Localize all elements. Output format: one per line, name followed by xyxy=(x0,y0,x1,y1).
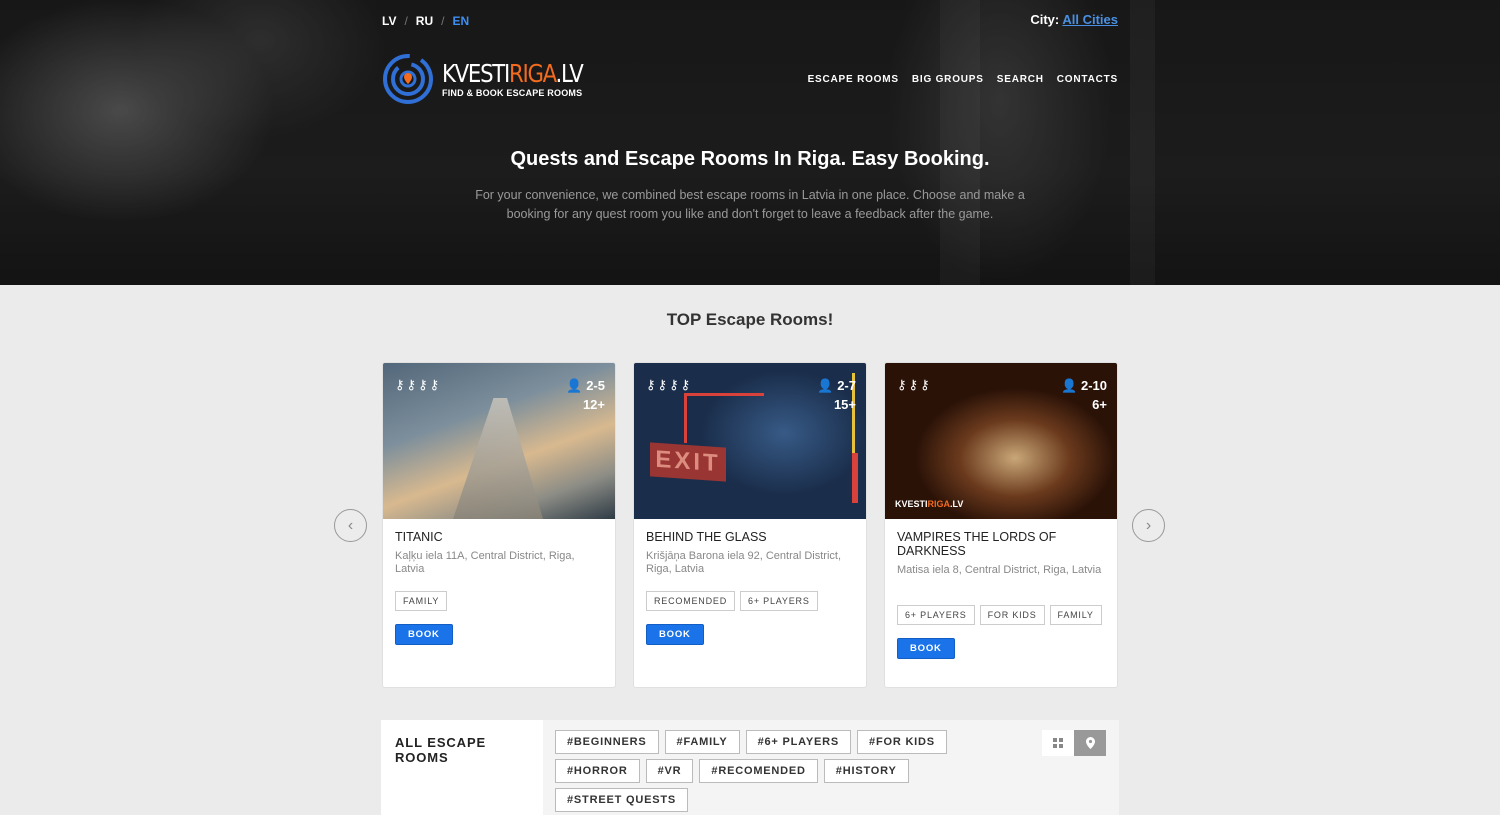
language-switcher: LV / RU / EN xyxy=(382,14,469,28)
key-icon: ⚷ xyxy=(680,377,691,392)
filter-street-quests[interactable]: #STREET QUESTS xyxy=(555,788,688,812)
watermark-logo: KVESTIRIGA.LV xyxy=(895,499,964,509)
ship-illustration xyxy=(453,398,543,519)
key-icon: ⚷ xyxy=(418,377,428,392)
hero-banner xyxy=(0,0,1500,285)
age-limit: 15+ xyxy=(833,397,856,412)
lang-separator: / xyxy=(404,14,408,28)
carousel-next-button[interactable]: › xyxy=(1132,509,1165,542)
main-nav: ESCAPE ROOMS BIG GROUPS SEARCH CONTACTS xyxy=(808,74,1118,85)
key-icon: ⚷ xyxy=(395,377,405,392)
nav-escape-rooms[interactable]: ESCAPE ROOMS xyxy=(808,74,899,85)
players-count: 2-10 xyxy=(1080,378,1107,393)
filter-6-plus-players[interactable]: #6+ PLAYERS xyxy=(745,730,852,754)
tag-for-kids[interactable]: FOR KIDS xyxy=(979,605,1045,625)
room-address: Kaļķu iela 11A, Central District, Riga, … xyxy=(395,550,575,575)
chevron-right-icon: › xyxy=(1145,516,1152,534)
filter-horror[interactable]: #HORROR xyxy=(555,759,640,783)
key-icon: ⚷ xyxy=(406,377,417,392)
person-icon: 👤 xyxy=(566,378,583,393)
hero-title: Quests and Escape Rooms In Riga. Easy Bo… xyxy=(510,148,990,170)
players-info: 👤 2-7 15+ xyxy=(817,376,856,414)
nav-big-groups[interactable]: BIG GROUPS xyxy=(912,74,984,85)
key-icon: ⚷ xyxy=(897,377,907,392)
filter-family[interactable]: #FAMILY xyxy=(664,730,740,754)
grid-view-button[interactable] xyxy=(1042,730,1074,756)
room-image[interactable]: EXIT ⚷ ⚷ ⚷ ⚷ 👤 2-7 15+ xyxy=(634,363,866,519)
logo-target-icon xyxy=(383,54,433,104)
grid-icon xyxy=(1053,738,1063,748)
hero-overlay xyxy=(0,0,1500,285)
book-button[interactable]: BOOK xyxy=(395,624,453,645)
room-title[interactable]: TITANIC xyxy=(395,530,603,544)
filter-for-kids[interactable]: #FOR KIDS xyxy=(857,730,947,754)
view-toggle xyxy=(1042,730,1106,756)
difficulty-keys: ⚷ ⚷ ⚷ ⚷ xyxy=(395,377,439,393)
room-card-behind-the-glass[interactable]: EXIT ⚷ ⚷ ⚷ ⚷ 👤 2-7 15+ BEHIND THE GLASS Kri… xyxy=(633,362,867,688)
key-icon: ⚷ xyxy=(669,377,679,392)
tag-family[interactable]: FAMILY xyxy=(1049,605,1102,625)
key-icon: ⚷ xyxy=(920,377,930,392)
difficulty-keys: ⚷ ⚷ ⚷ xyxy=(897,377,930,393)
players-info: 👤 2-5 12+ xyxy=(566,376,605,414)
age-limit: 12+ xyxy=(582,397,605,412)
players-info: 👤 2-10 6+ xyxy=(1061,376,1107,414)
players-count: 2-5 xyxy=(586,378,605,393)
lang-lv[interactable]: LV xyxy=(382,14,396,28)
tag-family[interactable]: FAMILY xyxy=(395,591,448,611)
logo-title: KVESTIRIGA.LV xyxy=(442,58,584,88)
tag-6-plus-players[interactable]: 6+ PLAYERS xyxy=(740,591,818,611)
filter-vr[interactable]: #VR xyxy=(645,759,694,783)
key-icon: ⚷ xyxy=(657,377,668,392)
map-view-button[interactable] xyxy=(1074,730,1106,756)
site-logo[interactable]: KVESTIRIGA.LV FIND & BOOK ESCAPE ROOMS xyxy=(382,53,607,105)
filter-beginners[interactable]: #BEGINNERS xyxy=(555,730,659,754)
room-tags: 6+ PLAYERS FOR KIDS FAMILY xyxy=(897,605,1105,625)
room-title[interactable]: BEHIND THE GLASS xyxy=(646,530,854,544)
city-link[interactable]: All Cities xyxy=(1062,12,1118,27)
room-tags: FAMILY xyxy=(395,591,603,611)
filter-history[interactable]: #HISTORY xyxy=(823,759,909,783)
person-icon: 👤 xyxy=(817,378,834,393)
room-address: Krišjāņa Barona iela 92, Central Distric… xyxy=(646,550,842,575)
key-icon: ⚷ xyxy=(908,377,919,392)
filter-tags: #BEGINNERS #FAMILY #6+ PLAYERS #FOR KIDS… xyxy=(555,730,955,812)
room-tags: RECOMENDED 6+ PLAYERS xyxy=(646,591,854,611)
chevron-left-icon: ‹ xyxy=(347,516,354,534)
room-image[interactable]: ⚷ ⚷ ⚷ ⚷ 👤 2-5 12+ xyxy=(383,363,615,519)
all-rooms-title: ALL ESCAPE ROOMS xyxy=(381,720,543,815)
person-icon: 👤 xyxy=(1061,378,1078,393)
city-selector: City: All Cities xyxy=(1030,12,1118,27)
players-count: 2-7 xyxy=(837,378,856,393)
tag-6-plus-players[interactable]: 6+ PLAYERS xyxy=(897,605,975,625)
book-button[interactable]: BOOK xyxy=(897,638,955,659)
logo-subtitle: FIND & BOOK ESCAPE ROOMS xyxy=(442,87,583,98)
room-title[interactable]: VAMPIRES THE LORDS OF DARKNESS xyxy=(897,530,1105,558)
room-address: Matisa iela 8, Central District, Riga, L… xyxy=(897,564,1102,576)
difficulty-keys: ⚷ ⚷ ⚷ ⚷ xyxy=(646,377,690,393)
room-card-titanic[interactable]: ⚷ ⚷ ⚷ ⚷ 👤 2-5 12+ TITANIC Kaļķu iela 11A, C… xyxy=(382,362,616,688)
carousel-prev-button[interactable]: ‹ xyxy=(334,509,367,542)
lang-ru[interactable]: RU xyxy=(416,14,433,28)
nav-contacts[interactable]: CONTACTS xyxy=(1057,74,1118,85)
top-rooms-heading: TOP Escape Rooms! xyxy=(666,310,834,329)
hero-description: For your convenience, we combined best e… xyxy=(475,188,1025,221)
key-icon: ⚷ xyxy=(646,377,656,392)
neon-line xyxy=(852,453,858,503)
neon-line xyxy=(684,393,764,396)
room-card-vampires[interactable]: ⚷ ⚷ ⚷ 👤 2-10 6+ KVESTIRIGA.LV VAMPIRES THE… xyxy=(884,362,1118,688)
city-label: City: xyxy=(1030,12,1060,27)
neon-line xyxy=(684,393,687,443)
age-limit: 6+ xyxy=(1092,397,1107,412)
lang-separator: / xyxy=(441,14,445,28)
tag-recomended[interactable]: RECOMENDED xyxy=(646,591,736,611)
filter-recomended[interactable]: #RECOMENDED xyxy=(699,759,818,783)
room-image[interactable]: ⚷ ⚷ ⚷ 👤 2-10 6+ KVESTIRIGA.LV xyxy=(885,363,1117,519)
map-pin-icon xyxy=(1085,737,1095,749)
exit-sign: EXIT xyxy=(650,442,726,482)
book-button[interactable]: BOOK xyxy=(646,624,704,645)
nav-search[interactable]: SEARCH xyxy=(997,74,1044,85)
key-icon: ⚷ xyxy=(429,377,440,392)
lang-en[interactable]: EN xyxy=(452,14,469,28)
